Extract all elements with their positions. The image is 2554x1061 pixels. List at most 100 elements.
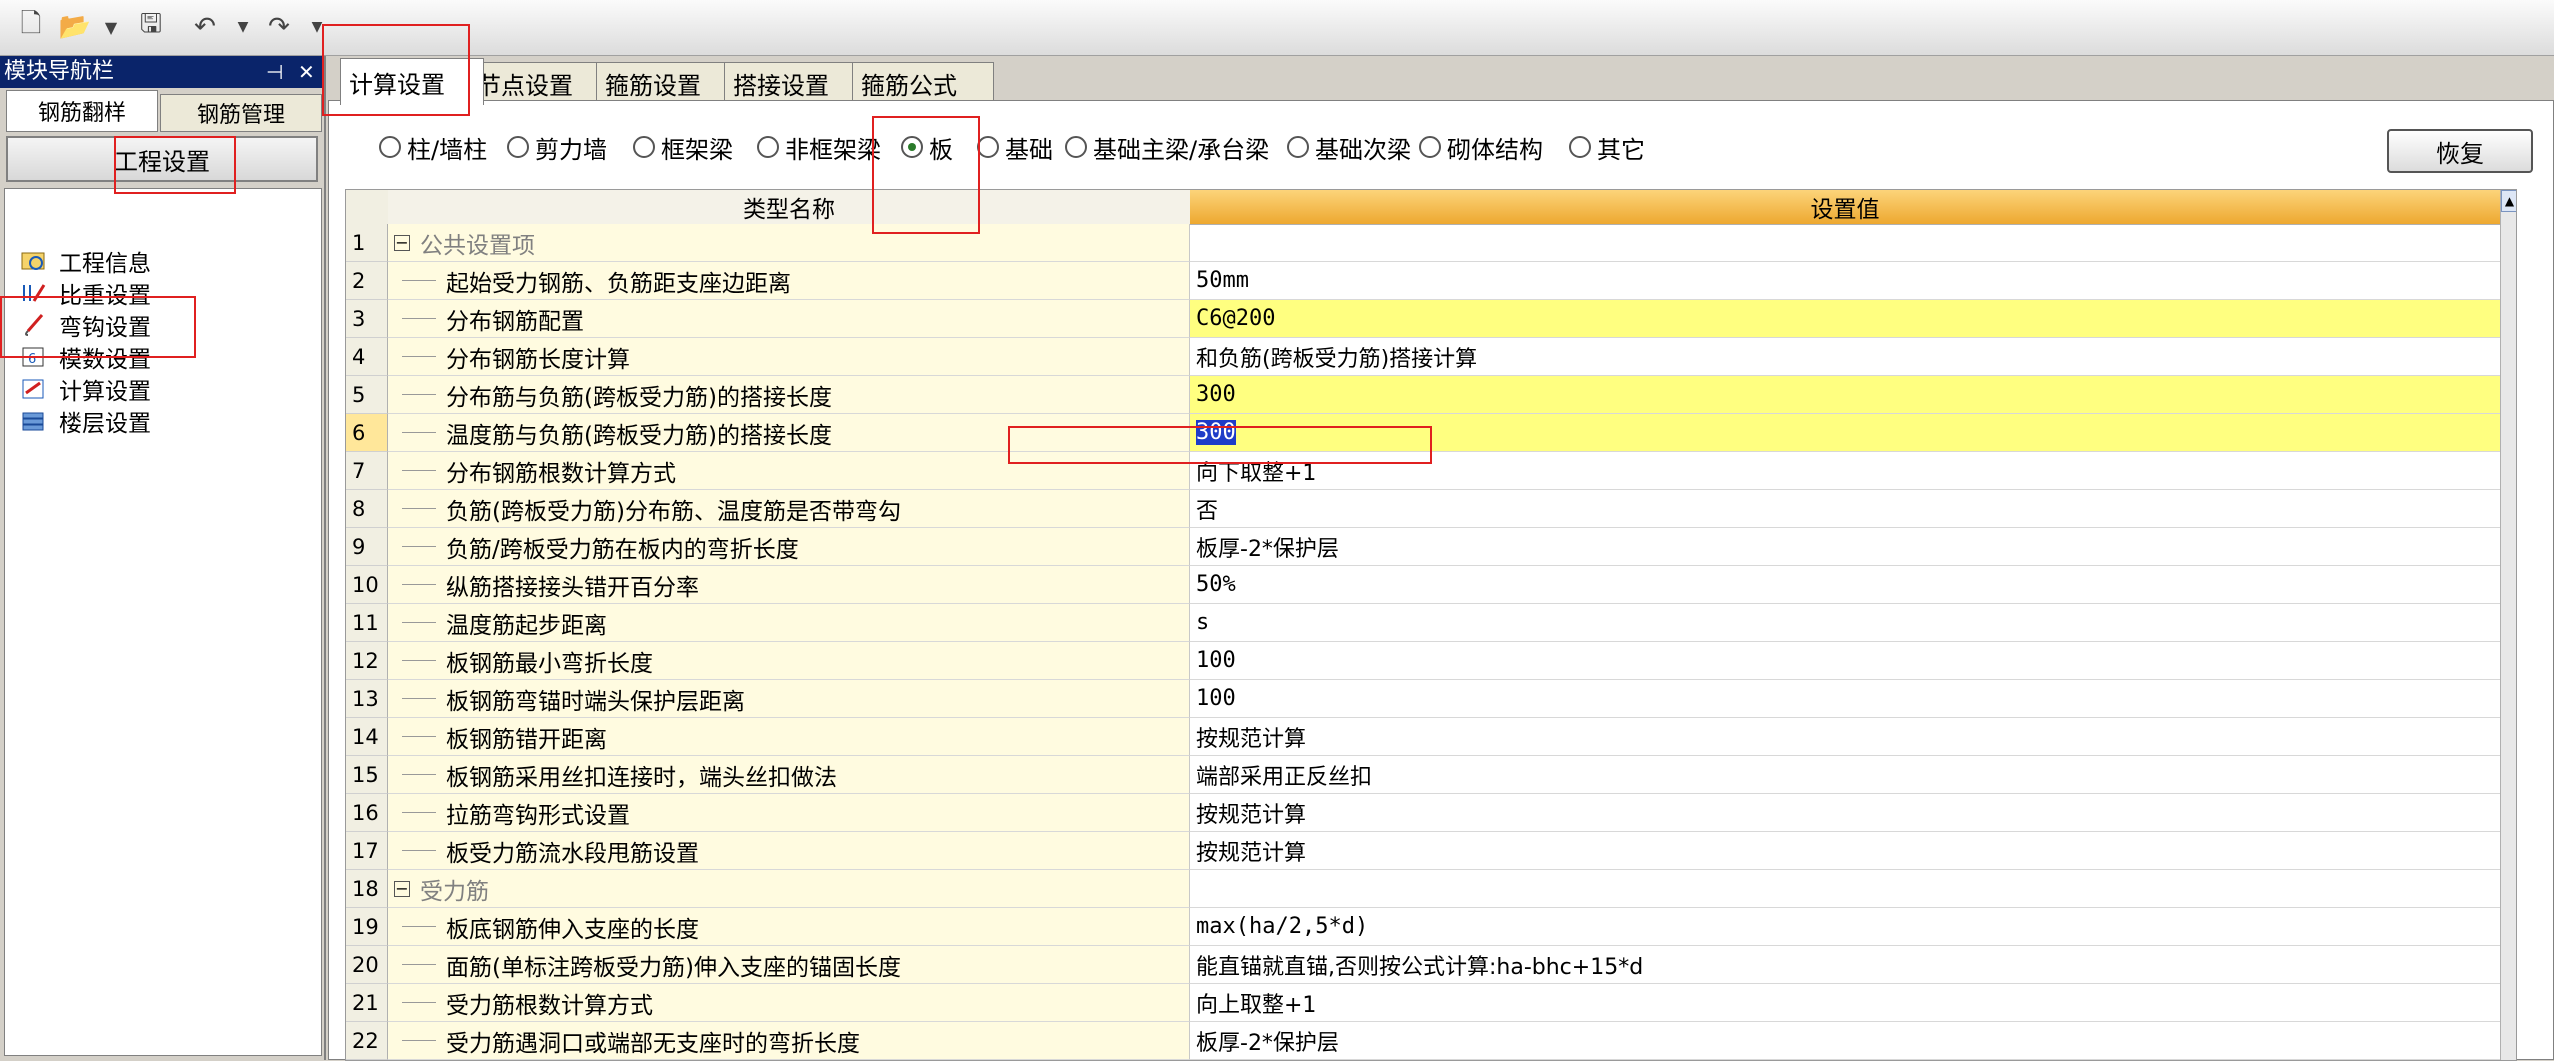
nav-item-weight-settings[interactable]: 比重设置	[19, 277, 151, 309]
row-setting-value-text: s	[1196, 610, 1210, 635]
radio-foundation-main-beam[interactable]: 基础主梁/承台梁	[1065, 129, 1269, 165]
tab-calc-settings[interactable]: 计算设置	[340, 58, 484, 105]
table-row[interactable]: 7 分布钢筋根数计算方式 向下取整+1	[346, 452, 2516, 490]
radio-slab[interactable]: 板	[901, 129, 953, 165]
table-row[interactable]: 19 板底钢筋伸入支座的长度 max(ha/2,5*d)	[346, 908, 2516, 946]
table-row[interactable]: 6 温度筋与负筋(跨板受力筋)的搭接长度 300	[346, 414, 2516, 452]
row-setting-value[interactable]: 向上取整+1	[1190, 984, 2500, 1022]
tab-rebar-management[interactable]: 钢筋管理	[160, 94, 322, 132]
row-setting-value[interactable]: 按规范计算	[1190, 718, 2500, 756]
row-type-name-text: 受力筋根数计算方式	[446, 992, 653, 1019]
redo-dropdown-icon[interactable]: ▼	[300, 10, 334, 44]
row-number: 1	[346, 224, 388, 262]
scroll-up-arrow-icon[interactable]: ▲	[2501, 190, 2516, 212]
row-setting-value[interactable]: s	[1190, 604, 2500, 642]
row-setting-value[interactable]	[1190, 870, 2500, 908]
row-setting-value-text: 50%	[1196, 572, 1236, 597]
new-file-icon[interactable]: 🗋	[14, 9, 48, 44]
row-type-name: − 受力筋	[388, 870, 1190, 908]
nav-item-modulus-settings[interactable]: 6 模数设置	[19, 341, 151, 373]
table-row[interactable]: 18− 受力筋	[346, 870, 2516, 908]
table-row[interactable]: 4 分布钢筋长度计算 和负筋(跨板受力筋)搭接计算	[346, 338, 2516, 376]
table-row[interactable]: 1− 公共设置项	[346, 224, 2516, 262]
nav-item-hook-settings[interactable]: 弯钩设置	[19, 309, 151, 341]
row-type-name: 负筋/跨板受力筋在板内的弯折长度	[388, 528, 1190, 566]
row-type-name: 板受力筋流水段甩筋设置	[388, 832, 1190, 870]
radio-foundation-secondary-beam[interactable]: 基础次梁	[1287, 129, 1411, 165]
nav-item-floor-settings[interactable]: 楼层设置	[19, 405, 151, 437]
nav-item-label: 模数设置	[59, 347, 151, 373]
row-type-name: − 公共设置项	[388, 224, 1190, 262]
row-setting-value[interactable]: 50%	[1190, 566, 2500, 604]
row-setting-value[interactable]: C6@200	[1190, 300, 2500, 338]
column-header-setting-value[interactable]: 设置值	[1190, 190, 2501, 225]
tree-line	[402, 698, 436, 699]
table-row[interactable]: 11 温度筋起步距离 s	[346, 604, 2516, 642]
row-setting-value[interactable]: 否	[1190, 490, 2500, 528]
radio-masonry-structure[interactable]: 砌体结构	[1419, 129, 1543, 165]
vertical-scrollbar[interactable]: ▲	[2500, 190, 2516, 1060]
project-settings-header[interactable]: 工程设置	[6, 136, 318, 182]
row-setting-value[interactable]: 按规范计算	[1190, 832, 2500, 870]
pin-icon[interactable]: ⊣	[266, 56, 283, 88]
row-setting-value[interactable]	[1190, 224, 2500, 262]
nav-item-project-info[interactable]: 工程信息	[19, 245, 151, 277]
table-row[interactable]: 15 板钢筋采用丝扣连接时，端头丝扣做法 端部采用正反丝扣	[346, 756, 2516, 794]
tab-rebar-layout[interactable]: 钢筋翻样	[6, 90, 158, 132]
table-row[interactable]: 9 负筋/跨板受力筋在板内的弯折长度 板厚-2*保护层	[346, 528, 2516, 566]
table-row[interactable]: 8 负筋(跨板受力筋)分布筋、温度筋是否带弯勾 否	[346, 490, 2516, 528]
column-header-type-name[interactable]: 类型名称	[388, 190, 1191, 225]
tab-lap-settings[interactable]: 搭接设置	[724, 62, 868, 103]
radio-column-wall-column[interactable]: 柱/墙柱	[379, 129, 487, 165]
nav-item-label: 比重设置	[59, 283, 151, 309]
row-setting-value[interactable]: 板厚-2*保护层	[1190, 528, 2500, 566]
radio-frame-beam[interactable]: 框架梁	[633, 129, 733, 165]
table-row[interactable]: 14 板钢筋错开距离 按规范计算	[346, 718, 2516, 756]
row-setting-value[interactable]: 端部采用正反丝扣	[1190, 756, 2500, 794]
table-row[interactable]: 16 拉筋弯钩形式设置 按规范计算	[346, 794, 2516, 832]
radio-other[interactable]: 其它	[1569, 129, 1645, 165]
table-row[interactable]: 17 板受力筋流水段甩筋设置 按规范计算	[346, 832, 2516, 870]
tab-node-settings[interactable]: 节点设置	[468, 62, 612, 103]
row-type-name-text: 起始受力钢筋、负筋距支座边距离	[446, 270, 791, 297]
table-row[interactable]: 13 板钢筋弯锚时端头保护层距离 100	[346, 680, 2516, 718]
close-icon[interactable]: ✕	[298, 56, 315, 88]
table-row[interactable]: 12 板钢筋最小弯折长度 100	[346, 642, 2516, 680]
undo-dropdown-icon[interactable]: ▼	[226, 10, 260, 44]
row-setting-value[interactable]: max(ha/2,5*d)	[1190, 908, 2500, 946]
table-row[interactable]: 3 分布钢筋配置 C6@200	[346, 300, 2516, 338]
row-setting-value[interactable]: 300	[1190, 414, 2500, 452]
table-row[interactable]: 5 分布筋与负筋(跨板受力筋)的搭接长度 300	[346, 376, 2516, 414]
tab-stirrup-formula[interactable]: 箍筋公式	[852, 62, 994, 103]
undo-icon[interactable]: ↶	[188, 10, 222, 44]
row-setting-value[interactable]: 100	[1190, 680, 2500, 718]
collapse-icon[interactable]: −	[394, 234, 410, 251]
row-setting-value[interactable]: 和负筋(跨板受力筋)搭接计算	[1190, 338, 2500, 376]
row-setting-value[interactable]: 向下取整+1	[1190, 452, 2500, 490]
nav-item-calc-settings[interactable]: 计算设置	[19, 373, 151, 405]
redo-icon[interactable]: ↷	[262, 10, 296, 44]
radio-foundation[interactable]: 基础	[977, 129, 1053, 165]
row-setting-value[interactable]: 板厚-2*保护层	[1190, 1022, 2500, 1060]
dropdown-arrow-icon[interactable]: ▼	[94, 10, 128, 44]
table-row[interactable]: 2 起始受力钢筋、负筋距支座边距离 50mm	[346, 262, 2516, 300]
collapse-icon[interactable]: −	[394, 880, 410, 897]
tree-line	[402, 1040, 436, 1041]
open-folder-icon[interactable]: 📂	[58, 10, 92, 44]
save-icon[interactable]: 🖫	[134, 9, 168, 44]
table-row[interactable]: 20 面筋(单标注跨板受力筋)伸入支座的锚固长度 能直锚就直锚,否则按公式计算:ha…	[346, 946, 2516, 984]
table-row[interactable]: 21 受力筋根数计算方式 向上取整+1	[346, 984, 2516, 1022]
row-setting-value[interactable]: 100	[1190, 642, 2500, 680]
row-setting-value[interactable]: 按规范计算	[1190, 794, 2500, 832]
radio-dot	[379, 136, 401, 158]
radio-shear-wall[interactable]: 剪力墙	[507, 129, 607, 165]
table-row[interactable]: 10 纵筋搭接接头错开百分率 50%	[346, 566, 2516, 604]
row-setting-value[interactable]: 50mm	[1190, 262, 2500, 300]
tree-line	[402, 394, 436, 395]
restore-button[interactable]: 恢复	[2387, 129, 2533, 173]
radio-non-frame-beam[interactable]: 非框架梁	[757, 129, 881, 165]
row-setting-value[interactable]: 能直锚就直锚,否则按公式计算:ha-bhc+15*d	[1190, 946, 2500, 984]
row-setting-value[interactable]: 300	[1190, 376, 2500, 414]
tab-stirrup-settings[interactable]: 箍筋设置	[596, 62, 740, 103]
table-row[interactable]: 22 受力筋遇洞口或端部无支座时的弯折长度 板厚-2*保护层	[346, 1022, 2516, 1060]
